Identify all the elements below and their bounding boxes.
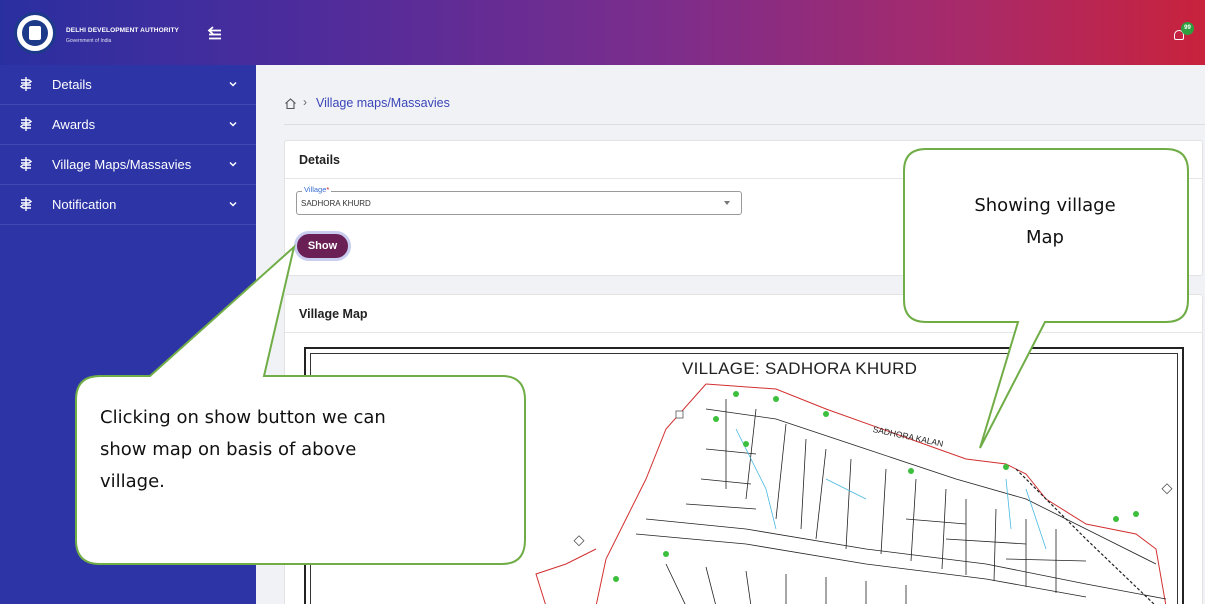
details-card-title: Details — [299, 153, 340, 167]
village-map-card-header: Village Map — [285, 295, 1202, 333]
callout-right-line: Map — [1026, 227, 1064, 248]
collapse-sidebar-icon[interactable] — [206, 24, 224, 42]
sidebar-item-awards[interactable]: Awards — [0, 105, 256, 145]
sidebar-item-notification[interactable]: Notification — [0, 185, 256, 225]
details-card-header: Details — [285, 141, 1202, 179]
chevron-down-icon — [229, 161, 237, 167]
callout-left-text: Clicking on show button we can show map … — [100, 402, 510, 498]
village-label: Village* — [302, 185, 332, 194]
sidebar: Details Awards Village Maps/Massavies No… — [0, 65, 256, 604]
village-select[interactable]: Village* SADHORA KHURD — [296, 185, 742, 215]
map-title: VILLAGE: SADHORA KHURD — [682, 359, 918, 378]
route-icon — [19, 157, 33, 171]
show-button[interactable]: Show — [294, 231, 351, 261]
org-subtitle: Government of India — [66, 38, 112, 44]
breadcrumb-separator: › — [303, 95, 307, 109]
dda-logo — [14, 12, 56, 54]
chevron-down-icon — [229, 81, 237, 87]
sidebar-item-label: Village Maps/Massavies — [52, 157, 192, 172]
callout-left-line: Clicking on show button we can — [100, 407, 386, 428]
sidebar-item-label: Notification — [52, 197, 117, 212]
top-header: DELHI DEVELOPMENT AUTHORITY Government o… — [0, 0, 1205, 65]
chevron-down-icon — [229, 121, 237, 127]
sidebar-item-village-maps[interactable]: Village Maps/Massavies — [0, 145, 256, 185]
village-map-card-title: Village Map — [299, 307, 368, 321]
notification-badge: 99 — [1181, 22, 1194, 35]
chevron-down-icon — [229, 201, 237, 207]
callout-right-line: Showing village — [974, 195, 1116, 216]
callout-right-text: Showing village Map — [930, 190, 1160, 254]
route-icon — [19, 197, 33, 211]
org-name: DELHI DEVELOPMENT AUTHORITY — [66, 27, 179, 34]
breadcrumb-current[interactable]: Village maps/Massavies — [316, 96, 450, 110]
required-marker: * — [326, 185, 330, 194]
route-icon — [19, 77, 33, 91]
callout-left-line: show map on basis of above — [100, 439, 357, 460]
notification-button[interactable]: 99 — [1174, 22, 1198, 44]
sidebar-item-label: Details — [52, 77, 92, 92]
sidebar-item-details[interactable]: Details — [0, 65, 256, 105]
map-canals — [735, 428, 1047, 550]
map-boundary — [535, 383, 1167, 604]
village-value: SADHORA KHURD — [301, 199, 371, 208]
callout-left-line: village. — [100, 471, 165, 492]
divider — [284, 124, 1205, 125]
home-icon[interactable] — [284, 97, 297, 110]
sidebar-item-label: Awards — [52, 117, 96, 132]
route-icon — [19, 117, 33, 131]
caret-down-icon — [724, 201, 730, 205]
map-trees — [613, 391, 1139, 582]
